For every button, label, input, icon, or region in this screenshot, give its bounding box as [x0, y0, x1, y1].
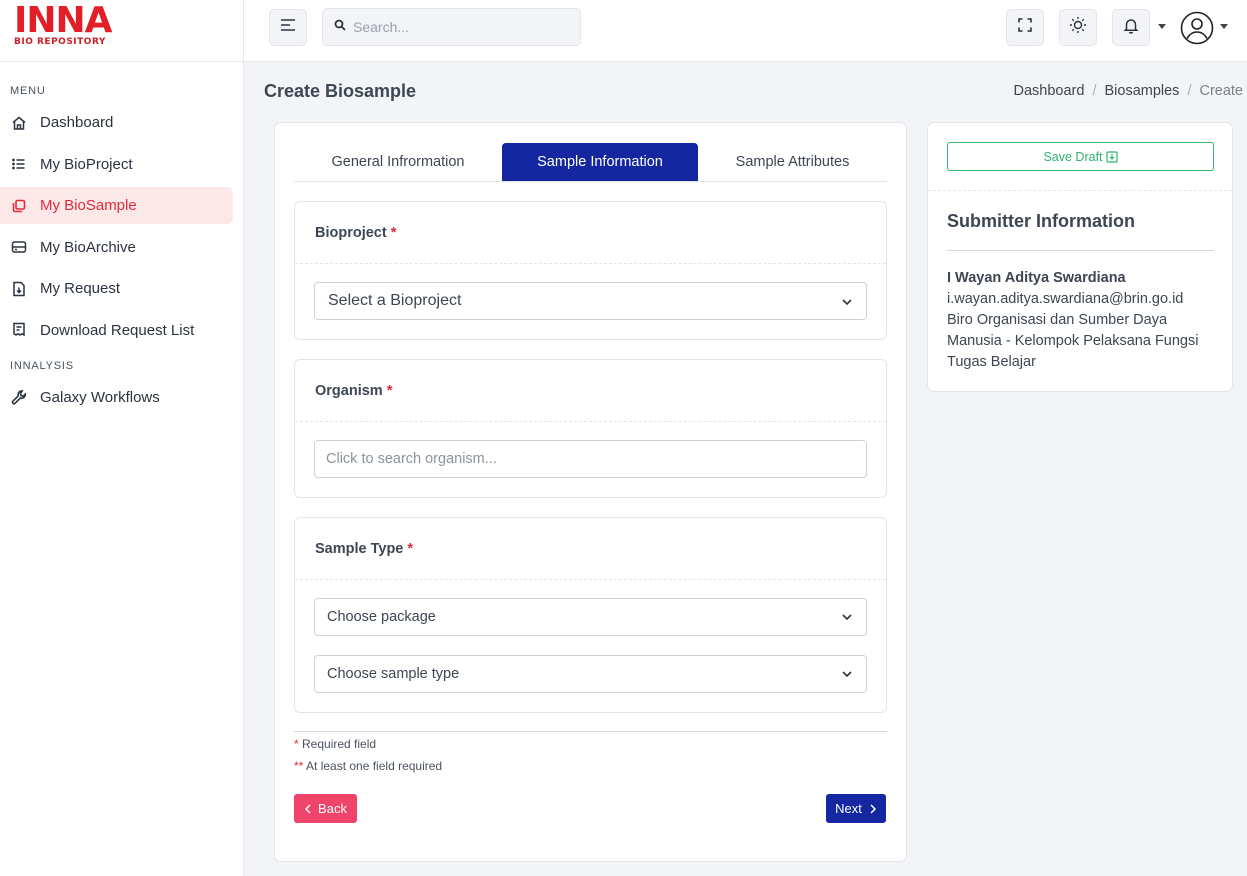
submitter-email: i.wayan.aditya.swardiana@brin.go.id	[947, 291, 1184, 307]
next-button-label: Next	[835, 801, 862, 816]
sidebar-item-my-biosample[interactable]: My BioSample	[0, 187, 233, 224]
topbar	[244, 0, 1247, 62]
save-download-icon	[1105, 150, 1118, 163]
submitter-org-line-3: Tugas Belajar	[947, 354, 1036, 370]
form-tabs: General Infrormation Sample Information …	[294, 143, 887, 182]
bell-icon	[1123, 17, 1139, 39]
bioproject-heading: Bioproject *	[295, 202, 886, 264]
sidebar-item-label: My BioArchive	[40, 238, 136, 256]
menu-toggle-button[interactable]	[269, 9, 307, 46]
sample-type-label: Sample Type	[315, 540, 404, 557]
organism-label: Organism	[315, 382, 383, 399]
notifications-caret-icon[interactable]	[1158, 24, 1166, 29]
tab-sample-attributes[interactable]: Sample Attributes	[698, 143, 887, 181]
list-icon	[10, 155, 28, 173]
sun-icon	[1069, 16, 1087, 39]
organism-search-input[interactable]	[314, 440, 867, 478]
save-draft-button[interactable]: Save Draft	[947, 142, 1214, 171]
breadcrumb: Dashboard / Biosamples / Create	[1013, 83, 1243, 99]
bioproject-label: Bioproject	[315, 224, 387, 241]
next-button[interactable]: Next	[826, 794, 886, 823]
chevron-right-icon	[869, 803, 877, 814]
form-divider	[294, 731, 887, 732]
sidebar-item-label: My Request	[40, 280, 121, 297]
sidebar-item-my-bioarchive[interactable]: My BioArchive	[0, 229, 233, 266]
package-select-value: Choose package	[327, 609, 436, 625]
save-draft-label: Save Draft	[1043, 149, 1103, 164]
sidebar-item-label: Galaxy Workflows	[40, 388, 160, 406]
notifications-button[interactable]	[1112, 9, 1150, 46]
required-marker: *	[407, 540, 414, 557]
submitter-card: Save Draft Submitter Information I Wayan…	[927, 122, 1233, 392]
home-icon	[10, 114, 28, 132]
chevron-down-icon	[841, 611, 853, 627]
required-marker: *	[390, 224, 397, 241]
submitter-name: I Wayan Aditya Swardiana	[947, 270, 1126, 286]
breadcrumb-create: Create	[1199, 83, 1243, 99]
organism-heading: Organism *	[295, 360, 886, 422]
tab-general-information[interactable]: General Infrormation	[294, 143, 502, 181]
submitter-title: Submitter Information	[947, 211, 1135, 231]
sample-type-select[interactable]: Choose sample type	[314, 655, 867, 693]
sidebar-item-galaxy-workflows[interactable]: Galaxy Workflows	[0, 379, 233, 416]
receipt-icon	[10, 321, 28, 339]
user-menu-caret-icon[interactable]	[1220, 24, 1228, 29]
organism-section: Organism *	[294, 359, 887, 498]
user-circle-icon	[1180, 11, 1214, 49]
biosample-form-card: General Infrormation Sample Information …	[274, 122, 907, 862]
sidebar-item-download-request-list[interactable]: Download Request List	[0, 312, 233, 349]
sidebar: INNA BIO REPOSITORY MENU Dashboard My Bi…	[0, 0, 244, 876]
copy-icon	[10, 197, 28, 215]
search-bar[interactable]	[322, 8, 581, 46]
innalysis-heading: INNALYSIS	[10, 359, 74, 372]
sidebar-item-label: My BioProject	[40, 155, 133, 173]
sidebar-item-dashboard[interactable]: Dashboard	[0, 104, 233, 141]
submitter-org-line-1: Biro Organisasi dan Sumber Daya	[947, 312, 1168, 328]
tab-sample-information[interactable]: Sample Information	[502, 143, 698, 181]
search-icon	[334, 18, 346, 36]
sidebar-item-my-bioproject[interactable]: My BioProject	[0, 146, 233, 183]
sidebar-item-label: My BioSample	[40, 197, 137, 214]
fullscreen-icon	[1017, 17, 1033, 38]
sample-type-heading: Sample Type *	[295, 518, 886, 580]
theme-toggle-button[interactable]	[1059, 9, 1097, 46]
required-field-note: * Required field	[294, 737, 377, 751]
hamburger-icon	[280, 18, 296, 37]
bioproject-section: Bioproject * Select a Bioproject	[294, 201, 887, 340]
server-icon	[10, 238, 28, 256]
package-select[interactable]: Choose package	[314, 598, 867, 636]
logo[interactable]: INNA BIO REPOSITORY	[0, 0, 243, 62]
fullscreen-button[interactable]	[1006, 9, 1044, 46]
sidebar-item-label: Dashboard	[40, 114, 114, 131]
chevron-left-icon	[304, 803, 312, 814]
sample-type-select-value: Choose sample type	[327, 666, 460, 682]
search-input[interactable]	[353, 19, 573, 35]
page-title: Create Biosample	[264, 81, 417, 101]
back-button[interactable]: Back	[294, 794, 357, 823]
breadcrumb-dashboard[interactable]: Dashboard	[1014, 83, 1085, 99]
bioproject-select-value: Select a Bioproject	[328, 292, 462, 309]
sidebar-item-my-request[interactable]: My Request	[0, 270, 233, 307]
at-least-one-note: ** At least one field required	[294, 759, 443, 773]
sample-type-section: Sample Type * Choose package Choose samp…	[294, 517, 887, 713]
required-marker: *	[386, 382, 393, 399]
bioproject-select[interactable]: Select a Bioproject	[314, 282, 867, 320]
back-button-label: Back	[318, 801, 347, 816]
submitter-org-line-2: Manusia - Kelompok Pelaksana Fungsi	[947, 333, 1199, 349]
breadcrumb-biosamples[interactable]: Biosamples	[1104, 83, 1179, 99]
chevron-down-icon	[841, 295, 853, 313]
menu-heading: MENU	[10, 85, 46, 97]
sidebar-item-label: Download Request List	[40, 321, 195, 339]
user-avatar[interactable]	[1180, 11, 1214, 45]
logo-subtext: BIO REPOSITORY	[14, 37, 106, 47]
file-download-icon	[10, 280, 28, 298]
wrench-icon	[10, 388, 28, 406]
logo-text: INNA	[14, 0, 113, 41]
chevron-down-icon	[841, 668, 853, 684]
